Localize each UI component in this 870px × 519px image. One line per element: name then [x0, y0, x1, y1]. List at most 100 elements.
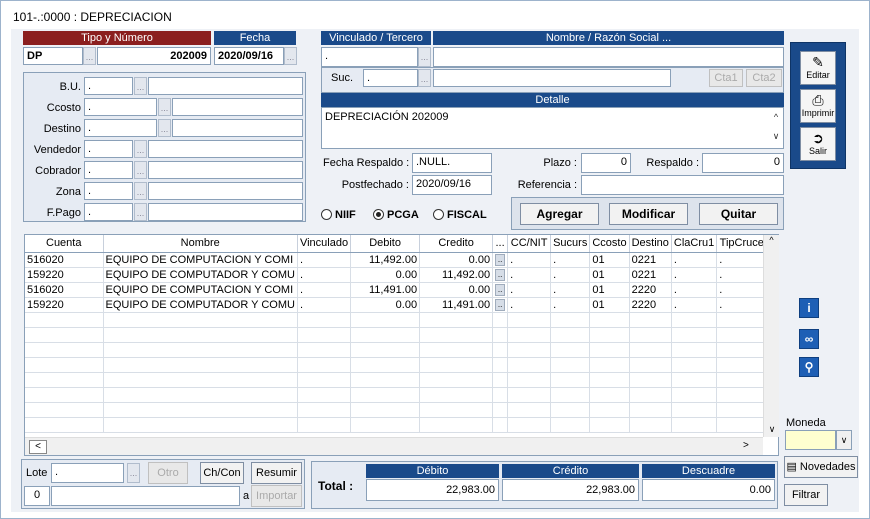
- col-cuenta[interactable]: Cuenta: [25, 235, 104, 253]
- scroll-up-icon[interactable]: ^: [764, 235, 779, 245]
- vinculado-field[interactable]: .: [321, 47, 418, 67]
- ccosto-lookup-button[interactable]: ...: [158, 98, 171, 116]
- destino-lookup-button[interactable]: ...: [158, 119, 171, 137]
- cell-lookup[interactable]: ..: [492, 267, 509, 283]
- col-ccnit[interactable]: CC/NIT: [507, 235, 552, 253]
- detalle-scroll[interactable]: ^ ∨: [769, 108, 783, 148]
- cell-tipcruce: .: [716, 252, 768, 268]
- cobrador-lookup-button[interactable]: ...: [134, 161, 147, 179]
- ccosto-field[interactable]: .: [84, 98, 157, 116]
- row-lookup-button[interactable]: ..: [495, 268, 506, 281]
- moneda-dropdown-icon[interactable]: ∨: [836, 430, 852, 450]
- col-dots[interactable]: ...: [492, 235, 509, 253]
- plazo-field[interactable]: 0: [581, 153, 631, 173]
- vendedor-lookup-button[interactable]: ...: [134, 140, 147, 158]
- zona-lookup-button[interactable]: ...: [134, 182, 147, 200]
- imprimir-button[interactable]: ⎙ Imprimir: [800, 89, 836, 123]
- cta2-button[interactable]: Cta2: [746, 69, 782, 87]
- scroll-right-icon[interactable]: >: [743, 440, 749, 451]
- agregar-button[interactable]: Agregar: [520, 203, 599, 225]
- fpago-field[interactable]: .: [84, 203, 133, 221]
- filtrar-button[interactable]: Filtrar: [784, 484, 828, 506]
- bu-field[interactable]: .: [84, 77, 133, 95]
- tipo-field[interactable]: DP: [23, 47, 83, 65]
- chcon-button[interactable]: Ch/Con: [200, 462, 244, 484]
- quitar-button[interactable]: Quitar: [699, 203, 778, 225]
- radio-pcga[interactable]: PCGA: [373, 209, 419, 221]
- col-credito[interactable]: Credito: [419, 235, 494, 253]
- fecha-field[interactable]: 2020/09/16: [214, 47, 284, 65]
- destino-name-field[interactable]: [172, 119, 303, 137]
- vinculado-lookup-button[interactable]: ...: [418, 47, 431, 67]
- col-sucurs[interactable]: Sucurs: [550, 235, 591, 253]
- cell-lookup[interactable]: ..: [492, 297, 509, 313]
- bu-name-field[interactable]: [148, 77, 303, 95]
- otro-button[interactable]: Otro: [148, 462, 188, 484]
- moneda-select[interactable]: [785, 430, 836, 450]
- postfechado-field[interactable]: 2020/09/16: [412, 175, 492, 195]
- respaldo-field[interactable]: 0: [702, 153, 784, 173]
- fpago-lookup-button[interactable]: ...: [134, 203, 147, 221]
- importar-button[interactable]: Importar: [251, 485, 302, 507]
- lote-lookup-button[interactable]: ...: [127, 463, 140, 483]
- suc-field[interactable]: .: [363, 69, 418, 87]
- bu-lookup-button[interactable]: ...: [134, 77, 147, 95]
- form-client-area: Tipo y Número Fecha DP ... 202009 2020/0…: [11, 29, 859, 512]
- table-row[interactable]: 516020 EQUIPO DE COMPUTACION Y COMI . 11…: [25, 282, 768, 298]
- cobrador-field[interactable]: .: [84, 161, 133, 179]
- fecha-picker-button[interactable]: ...: [284, 47, 297, 65]
- search-icon[interactable]: ⚲: [799, 357, 819, 377]
- modificar-button[interactable]: Modificar: [609, 203, 688, 225]
- col-nombre[interactable]: Nombre: [103, 235, 298, 253]
- cta1-button[interactable]: Cta1: [709, 69, 743, 87]
- row-lookup-button[interactable]: ..: [495, 283, 506, 296]
- suc-lookup-button[interactable]: ...: [418, 69, 431, 87]
- lote-field[interactable]: .: [51, 463, 124, 483]
- table-row[interactable]: 159220 EQUIPO DE COMPUTADOR Y COMU . 0.0…: [25, 267, 768, 283]
- row-lookup-button[interactable]: ..: [495, 253, 506, 266]
- grid-horizontal-scrollbar[interactable]: < >: [25, 437, 763, 455]
- tipo-lookup-button[interactable]: ...: [83, 47, 96, 65]
- radio-fiscal[interactable]: FISCAL: [433, 209, 487, 221]
- suc-name-field[interactable]: [433, 69, 671, 87]
- fpago-name-field[interactable]: [148, 203, 303, 221]
- radio-niif[interactable]: NIIF: [321, 209, 356, 221]
- count-field[interactable]: 0: [24, 486, 50, 506]
- scroll-left-icon[interactable]: <: [29, 440, 47, 454]
- info-icon[interactable]: i: [799, 298, 819, 318]
- col-ccosto[interactable]: Ccosto: [589, 235, 630, 253]
- resumir-button[interactable]: Resumir: [251, 462, 302, 484]
- nombre-field[interactable]: [433, 47, 784, 67]
- grid-vertical-scrollbar[interactable]: ^ ∨: [763, 235, 779, 437]
- col-clacru1[interactable]: ClaCru1: [671, 235, 718, 253]
- fecha-respaldo-field[interactable]: .NULL.: [412, 153, 492, 173]
- table-row[interactable]: 516020 EQUIPO DE COMPUTACION Y COMI . 11…: [25, 252, 768, 268]
- radio-pcga-label: PCGA: [387, 209, 419, 221]
- zona-field[interactable]: .: [84, 182, 133, 200]
- destino-field[interactable]: .: [84, 119, 157, 137]
- salir-button[interactable]: ➲ Salir: [800, 127, 836, 161]
- cell-lookup[interactable]: ..: [492, 252, 509, 268]
- col-vinculado[interactable]: Vinculado: [297, 235, 352, 253]
- referencia-field[interactable]: [581, 175, 784, 195]
- entries-grid[interactable]: Cuenta Nombre Vinculado Debito Credito .…: [24, 234, 779, 456]
- novedades-button[interactable]: ▤ Novedades: [784, 456, 858, 478]
- numero-field[interactable]: 202009: [97, 47, 211, 65]
- cell-cuenta: 159220: [25, 267, 104, 283]
- scroll-down-icon[interactable]: ∨: [764, 424, 780, 435]
- range-from-field[interactable]: [51, 486, 240, 506]
- table-row[interactable]: 159220 EQUIPO DE COMPUTADOR Y COMU . 0.0…: [25, 297, 768, 313]
- col-destino[interactable]: Destino: [629, 235, 672, 253]
- vendedor-field[interactable]: .: [84, 140, 133, 158]
- col-debito[interactable]: Debito: [350, 235, 421, 253]
- ccosto-name-field[interactable]: [172, 98, 303, 116]
- attach-icon[interactable]: ∞: [799, 329, 819, 349]
- col-tipcruce[interactable]: TipCruce: [716, 235, 768, 253]
- zona-name-field[interactable]: [148, 182, 303, 200]
- cell-lookup[interactable]: ..: [492, 282, 509, 298]
- cobrador-name-field[interactable]: [148, 161, 303, 179]
- detalle-textarea[interactable]: DEPRECIACIÓN 202009: [321, 107, 784, 149]
- vendedor-name-field[interactable]: [148, 140, 303, 158]
- row-lookup-button[interactable]: ..: [495, 298, 506, 311]
- editar-button[interactable]: ✎ Editar: [800, 51, 836, 85]
